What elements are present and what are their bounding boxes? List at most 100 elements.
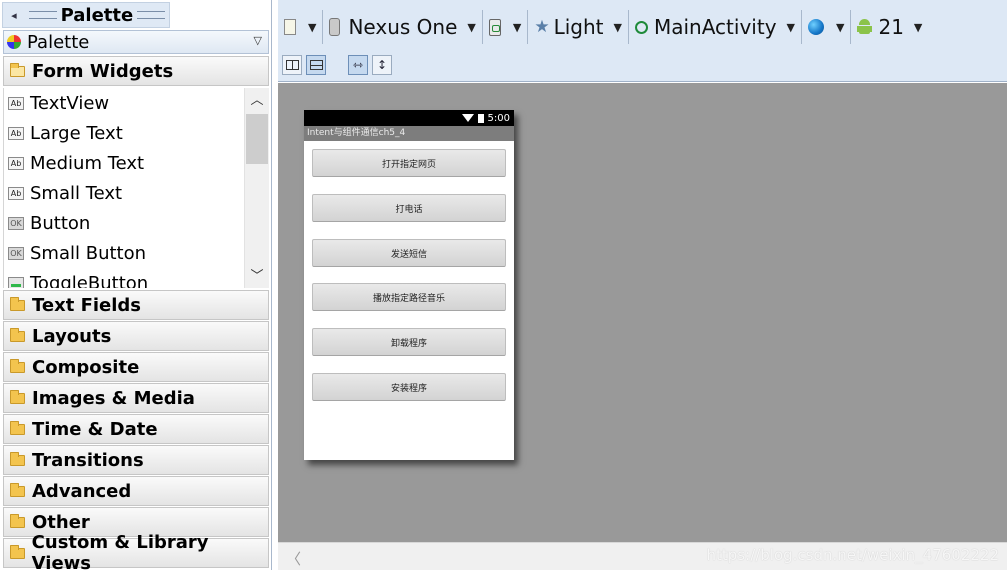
chevron-down-icon: ▽	[253, 34, 262, 47]
widget-item-medium-text[interactable]: Ab Medium Text	[8, 148, 144, 178]
dropdown-arrow-icon: ▼	[512, 20, 522, 34]
theme-label: Light	[553, 15, 604, 39]
widget-label: ToggleButton	[30, 272, 149, 289]
dropdown-arrow-icon: ▼	[786, 20, 795, 34]
category-custom-library-views[interactable]: Custom & Library Views	[3, 532, 269, 574]
scroll-up-icon[interactable]: ︿	[245, 90, 269, 112]
dropdown-arrow-icon: ▼	[836, 20, 845, 34]
preview-button-call[interactable]: 打电话	[312, 194, 506, 222]
folder-icon	[10, 544, 25, 559]
config-file-dropdown[interactable]: ▼	[278, 7, 322, 47]
split-vertical-icon	[285, 60, 299, 70]
device-dropdown[interactable]: Nexus One ▼	[323, 7, 481, 47]
preview-button-play-music[interactable]: 播放指定路径音乐	[312, 283, 506, 311]
vertical-arrows-icon: ↕	[376, 58, 388, 72]
category-label: Transitions	[32, 449, 144, 471]
category-text-fields[interactable]: Text Fields	[3, 290, 269, 320]
locale-dropdown[interactable]: ▼	[802, 7, 850, 47]
api-level-label: 21	[878, 15, 904, 39]
widget-label: Medium Text	[30, 152, 145, 174]
globe-icon	[808, 19, 824, 35]
dropdown-arrow-icon: ▼	[913, 20, 923, 34]
split-horizontal-icon	[309, 60, 323, 70]
category-time-date[interactable]: Time & Date	[3, 414, 269, 444]
activity-dropdown[interactable]: MainActivity ▼	[629, 7, 801, 47]
category-label: Custom & Library Views	[31, 532, 209, 574]
widget-label: TextView	[30, 92, 110, 114]
folder-icon	[10, 451, 25, 466]
folder-icon	[10, 389, 25, 404]
preview-button-send-sms[interactable]: 发送短信	[312, 239, 506, 267]
widget-item-small-button[interactable]: OK Small Button	[8, 238, 146, 268]
device-label: Nexus One	[348, 15, 458, 39]
category-layouts[interactable]: Layouts	[3, 321, 269, 351]
toggle-icon	[8, 276, 24, 288]
palette-header: ◂ Palette	[2, 2, 170, 28]
preview-button-uninstall[interactable]: 卸载程序	[312, 328, 506, 356]
ok-icon: OK	[8, 246, 24, 260]
ok-icon: OK	[8, 216, 24, 230]
category-images-media[interactable]: Images & Media	[3, 383, 269, 413]
folder-icon	[10, 296, 25, 311]
preview-button-install[interactable]: 安装程序	[312, 373, 506, 401]
document-icon	[284, 19, 296, 35]
widget-label: Button	[30, 212, 91, 234]
folder-icon	[10, 513, 25, 528]
split-horizontal-button[interactable]	[306, 55, 326, 75]
folder-open-icon	[10, 62, 25, 77]
config-toolbar-row: ▼ Nexus One ▼ ▼ ★ Light ▼ MainActivity ▼…	[278, 6, 928, 48]
widget-label: Small Text	[30, 182, 123, 204]
layout-canvas[interactable]: 5:00 Intent与组件通信ch5_4 打开指定网页 打电话 发送短信 播放…	[278, 83, 1007, 542]
phone-icon	[329, 18, 341, 36]
widget-item-large-text[interactable]: Ab Large Text	[8, 118, 123, 148]
dropdown-arrow-icon: ▼	[467, 20, 476, 34]
widget-item-small-text[interactable]: Ab Small Text	[8, 178, 122, 208]
widget-item-togglebutton[interactable]: ToggleButton	[8, 268, 148, 288]
status-time: 5:00	[487, 112, 510, 124]
scroll-down-icon[interactable]: ﹀	[245, 266, 269, 288]
category-label: Composite	[32, 356, 140, 378]
preview-button-open-webpage[interactable]: 打开指定网页	[312, 149, 506, 177]
status-bar: 5:00	[304, 110, 514, 126]
orientation-icon	[488, 18, 501, 36]
folder-icon	[10, 358, 25, 373]
drag-grip-icon[interactable]	[28, 11, 57, 19]
palette-title: Palette	[60, 4, 134, 26]
folder-icon	[10, 327, 25, 342]
palette-mode-dropdown[interactable]: Palette ▽	[3, 30, 269, 54]
palette-color-icon	[7, 35, 21, 49]
watermark: https://blog.csdn.net/weixin_47602222	[706, 546, 999, 564]
widget-label: Small Button	[30, 242, 147, 264]
split-vertical-button[interactable]	[282, 55, 302, 75]
category-composite[interactable]: Composite	[3, 352, 269, 382]
android-icon	[857, 19, 873, 35]
drag-grip-icon[interactable]	[137, 11, 165, 19]
category-label: Text Fields	[32, 294, 142, 316]
category-label: Images & Media	[32, 387, 195, 409]
ab-icon: Ab	[8, 96, 24, 110]
category-advanced[interactable]: Advanced	[3, 476, 269, 506]
app-title-bar: Intent与组件通信ch5_4	[304, 126, 514, 141]
category-transitions[interactable]: Transitions	[3, 445, 269, 475]
view-toolbar-row: ⇿ ↕	[282, 55, 392, 75]
dropdown-arrow-icon: ▼	[308, 20, 317, 34]
widget-item-button[interactable]: OK Button	[8, 208, 90, 238]
api-level-dropdown[interactable]: 21 ▼	[851, 7, 928, 47]
category-form-widgets[interactable]: Form Widgets	[3, 56, 269, 86]
widget-item-textview[interactable]: Ab TextView	[8, 88, 109, 118]
palette-dropdown-label: Palette	[27, 31, 90, 53]
widget-list-scrollbar[interactable]: ︿ ﹀	[244, 88, 269, 288]
category-label: Time & Date	[32, 418, 158, 440]
scroll-thumb[interactable]	[246, 114, 268, 164]
scroll-left-icon[interactable]: 〈	[286, 548, 301, 569]
activity-label: MainActivity	[653, 15, 777, 39]
category-label: Other	[32, 511, 90, 533]
collapse-arrow-icon[interactable]: ◂	[3, 9, 25, 22]
theme-dropdown[interactable]: ★ Light ▼	[528, 7, 628, 47]
dropdown-arrow-icon: ▼	[613, 20, 622, 34]
fit-height-button[interactable]: ↕	[372, 55, 392, 75]
fit-width-button[interactable]: ⇿	[348, 55, 368, 75]
category-label: Layouts	[32, 325, 112, 347]
star-icon: ★	[534, 17, 550, 37]
orientation-dropdown[interactable]: ▼	[483, 7, 527, 47]
